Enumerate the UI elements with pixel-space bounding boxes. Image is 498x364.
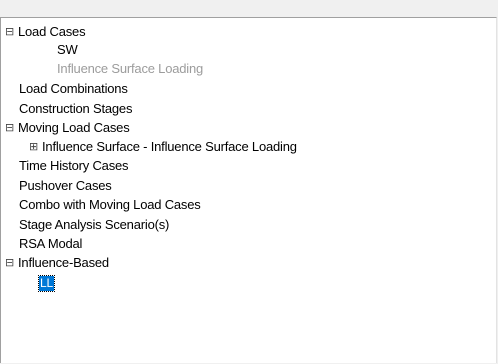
tree-node-rsa-modal[interactable]: RSA Modal — [19, 235, 82, 253]
tree-node-moving-load-cases[interactable]: ⊟ Moving Load Cases — [5, 119, 130, 137]
tree-node-label: Influence-Based — [18, 255, 109, 270]
tree-node-label: Load Cases — [18, 24, 86, 39]
tree-node-label: LL — [38, 274, 55, 292]
collapse-icon[interactable]: ⊟ — [5, 23, 18, 41]
expand-icon[interactable]: ⊞ — [29, 138, 42, 156]
tree-node-label: Moving Load Cases — [18, 120, 130, 135]
tree-node-label: RSA Modal — [19, 236, 83, 251]
tree-node-label: Time History Cases — [19, 158, 129, 173]
tree-node-pushover-cases[interactable]: Pushover Cases — [19, 177, 112, 195]
tree-node-label: Pushover Cases — [19, 178, 112, 193]
tree-node-label: Construction Stages — [19, 101, 133, 116]
tree-node-load-cases[interactable]: ⊟ Load Cases — [5, 23, 86, 41]
tree-node-ll-selected[interactable]: LL — [38, 274, 55, 292]
tree-node-stage-analysis-scenarios[interactable]: Stage Analysis Scenario(s) — [19, 216, 169, 234]
tree-node-label: SW — [57, 42, 78, 57]
tree-node-influence-based[interactable]: ⊟ Influence-Based — [5, 254, 109, 272]
tree-node-label: Load Combinations — [19, 81, 128, 96]
tree-node-load-combinations[interactable]: Load Combinations — [19, 80, 128, 98]
load-cases-tree[interactable]: ⊟ Load Cases SW Influence Surface Loadin… — [0, 17, 497, 363]
tree-node-influence-surface-loading[interactable]: Influence Surface Loading — [57, 60, 203, 78]
collapse-icon[interactable]: ⊟ — [5, 254, 18, 272]
tree-node-construction-stages[interactable]: Construction Stages — [19, 100, 132, 118]
collapse-icon[interactable]: ⊟ — [5, 119, 18, 137]
tree-node-combo-moving-load-cases[interactable]: Combo with Moving Load Cases — [19, 196, 201, 214]
tree-node-label: Combo with Moving Load Cases — [19, 197, 201, 212]
tree-node-time-history-cases[interactable]: Time History Cases — [19, 157, 129, 175]
tree-node-sw[interactable]: SW — [57, 41, 78, 59]
tree-node-label: Influence Surface - Influence Surface Lo… — [42, 139, 297, 154]
tree-node-label: Stage Analysis Scenario(s) — [19, 217, 170, 232]
tree-node-label: Influence Surface Loading — [57, 61, 204, 76]
tree-node-influence-surface-moving[interactable]: ⊞ Influence Surface - Influence Surface … — [29, 138, 297, 156]
